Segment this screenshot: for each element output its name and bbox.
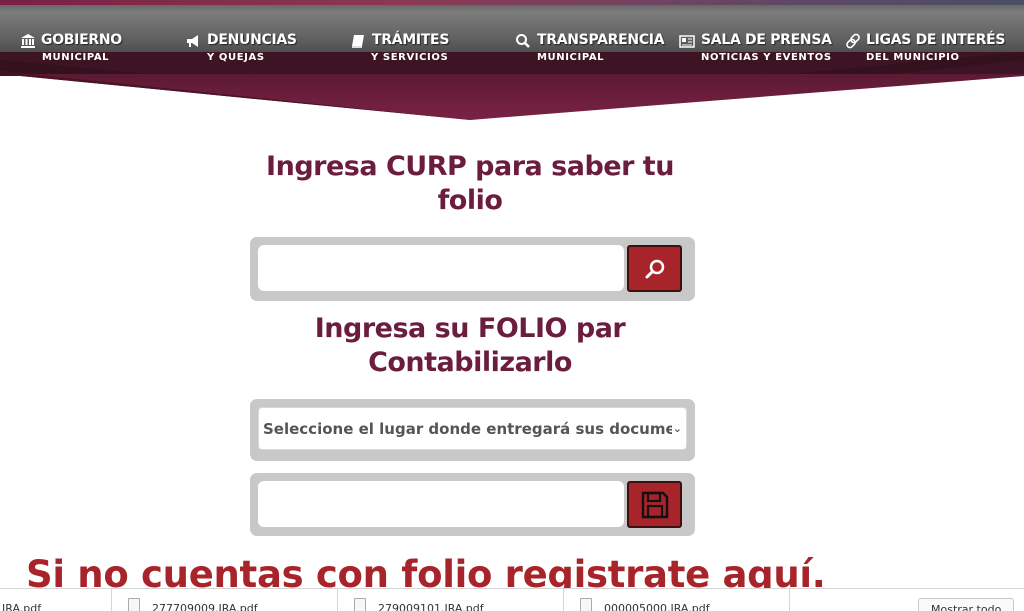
nav-ligas-de-interes[interactable]: LIGAS DE INTERÉS DEL MUNICIPIO <box>845 30 1005 70</box>
nav-gobierno-sub: MUNICIPAL <box>42 52 110 63</box>
nav-ligas-de-interes-title: LIGAS DE INTERÉS <box>866 32 1006 48</box>
download-item[interactable]: 000005000.IRA.pdf <box>564 589 790 611</box>
download-filename: IRA.pdf <box>2 602 42 611</box>
nav-gobierno-title: GOBIERNO <box>41 32 122 48</box>
download-filename: 279009101.IRA.pdf <box>378 602 484 611</box>
nav-sala-de-prensa[interactable]: SALA DE PRENSA NOTICIAS Y EVENTOS <box>679 30 832 70</box>
location-select-value: Seleccione el lugar donde entregará sus … <box>263 419 672 438</box>
file-icon <box>128 598 140 611</box>
curp-input[interactable] <box>258 245 624 291</box>
nav-transparencia-sub: MUNICIPAL <box>537 52 605 63</box>
folio-input[interactable] <box>258 481 624 527</box>
download-item[interactable]: 279009101.IRA.pdf <box>338 589 564 611</box>
downloads-bar: IRA.pdf 277709009.IRA.pdf 279009101.IRA.… <box>0 588 1024 611</box>
download-filename: 000005000.IRA.pdf <box>604 602 710 611</box>
folio-heading: Ingresa su FOLIO par Contabilizarlo <box>314 313 626 378</box>
book-icon <box>352 35 364 48</box>
nav-tramites[interactable]: TRÁMITES Y SERVICIOS <box>350 30 470 70</box>
nav-gobierno[interactable]: GOBIERNO MUNICIPAL <box>20 30 140 70</box>
nav-sala-de-prensa-title: SALA DE PRENSA <box>701 32 832 48</box>
nav-denuncias-title: DENUNCIAS <box>207 32 297 48</box>
download-filename: 277709009.IRA.pdf <box>152 602 258 611</box>
newspaper-icon <box>679 35 695 48</box>
search-icon <box>645 259 664 278</box>
file-icon <box>354 598 366 611</box>
show-all-downloads-button[interactable]: Mostrar todo <box>918 598 1014 611</box>
nav-transparencia[interactable]: TRANSPARENCIA MUNICIPAL <box>515 30 665 70</box>
megaphone-icon <box>187 35 198 47</box>
download-item[interactable]: IRA.pdf <box>0 589 112 611</box>
main-nav: GOBIERNO MUNICIPAL DENUNCIAS Y QUEJAS TR… <box>0 30 1024 70</box>
nav-transparencia-title: TRANSPARENCIA <box>537 32 665 48</box>
nav-tramites-sub: Y SERVICIOS <box>371 52 449 63</box>
file-icon <box>580 598 592 611</box>
bank-icon <box>21 34 35 48</box>
location-select[interactable]: Seleccione el lugar donde entregará sus … <box>258 407 687 450</box>
nav-denuncias[interactable]: DENUNCIAS Y QUEJAS <box>185 30 305 70</box>
folio-save-button[interactable] <box>627 481 682 528</box>
search-icon <box>516 34 530 48</box>
chevron-down-icon: ⌄ <box>672 422 682 435</box>
floppy-disk-icon <box>641 491 668 518</box>
nav-denuncias-sub: Y QUEJAS <box>207 52 265 63</box>
curp-heading: Ingresa CURP para saber tu folio <box>266 151 674 216</box>
link-icon <box>846 33 860 49</box>
nav-ligas-de-interes-sub: DEL MUNICIPIO <box>866 52 960 63</box>
curp-search-button[interactable] <box>627 245 682 292</box>
nav-tramites-title: TRÁMITES <box>372 32 450 48</box>
download-item[interactable]: 277709009.IRA.pdf <box>112 589 338 611</box>
nav-sala-de-prensa-sub: NOTICIAS Y EVENTOS <box>701 52 832 63</box>
